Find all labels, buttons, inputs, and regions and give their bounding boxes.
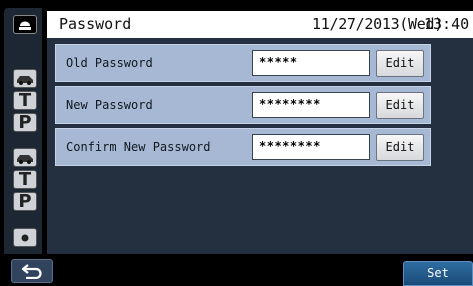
- time-display: 13:40: [424, 15, 470, 33]
- dot-icon: [21, 234, 29, 241]
- page-title: Password: [59, 15, 132, 33]
- car-icon: [17, 75, 33, 85]
- password-panel: Old Password ***** Edit New Password ***…: [47, 38, 473, 254]
- back-arrow-icon: [21, 264, 42, 279]
- confirm-password-edit-button[interactable]: Edit: [376, 134, 424, 161]
- car-icon: [17, 154, 33, 164]
- t-button-1[interactable]: T: [13, 91, 37, 110]
- set-button[interactable]: Set: [403, 261, 473, 286]
- new-password-field[interactable]: ********: [252, 92, 370, 118]
- bottom-bar: Set: [0, 254, 473, 286]
- device-screen: T P T P Password 11/27/2013(Wed) 13:40 O…: [0, 0, 473, 286]
- confirm-password-row: Confirm New Password ******** Edit: [55, 128, 431, 166]
- eject-icon: [19, 21, 31, 30]
- eject-button[interactable]: [13, 15, 37, 34]
- old-password-edit-button[interactable]: Edit: [376, 50, 424, 77]
- old-password-field[interactable]: *****: [252, 50, 370, 76]
- t-letter: T: [18, 168, 32, 190]
- old-password-row: Old Password ***** Edit: [55, 44, 431, 82]
- confirm-password-field[interactable]: ********: [252, 134, 370, 160]
- p-letter: P: [18, 190, 32, 212]
- p-button-1[interactable]: P: [13, 113, 37, 132]
- back-button[interactable]: [11, 259, 53, 283]
- p-letter: P: [18, 111, 32, 133]
- p-button-2[interactable]: P: [13, 192, 37, 211]
- t-letter: T: [18, 89, 32, 111]
- car-mode-button-2[interactable]: [13, 148, 37, 167]
- left-toolbar: T P T P: [4, 8, 42, 254]
- header-bar: Password 11/27/2013(Wed) 13:40: [47, 11, 473, 38]
- new-password-row: New Password ******** Edit: [55, 86, 431, 124]
- new-password-label: New Password: [66, 98, 153, 112]
- confirm-password-label: Confirm New Password: [66, 140, 211, 154]
- car-mode-button-1[interactable]: [13, 69, 37, 88]
- dot-button[interactable]: [13, 228, 37, 247]
- old-password-label: Old Password: [66, 56, 153, 70]
- t-button-2[interactable]: T: [13, 170, 37, 189]
- new-password-edit-button[interactable]: Edit: [376, 92, 424, 119]
